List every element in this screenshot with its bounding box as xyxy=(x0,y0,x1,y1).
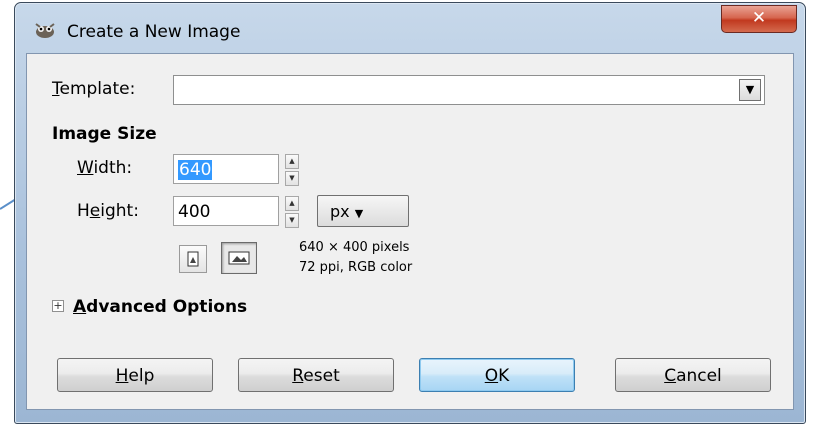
landscape-button[interactable] xyxy=(221,242,257,274)
spin-down-icon[interactable]: ▼ xyxy=(285,171,299,186)
width-label: Width: xyxy=(77,158,133,178)
chevron-down-icon: ▼ xyxy=(354,207,364,220)
width-spinner[interactable]: ▲ ▼ xyxy=(285,154,299,186)
image-color-info: 72 ppi, RGB color xyxy=(299,260,413,275)
landscape-icon xyxy=(228,251,250,265)
title-bar[interactable]: Create a New Image ✕ xyxy=(15,3,805,53)
gimp-icon xyxy=(35,23,55,38)
advanced-options-toggle[interactable]: Advanced Options xyxy=(73,297,247,317)
width-value: 640 xyxy=(178,160,213,180)
portrait-icon xyxy=(187,251,199,267)
ok-button[interactable]: OK xyxy=(419,358,575,392)
expand-icon[interactable]: + xyxy=(52,300,64,312)
close-button[interactable]: ✕ xyxy=(721,5,797,33)
height-label: Height: xyxy=(77,201,139,221)
close-icon: ✕ xyxy=(751,8,767,28)
width-input[interactable]: 640 xyxy=(173,154,279,184)
portrait-button[interactable] xyxy=(179,245,207,273)
create-image-dialog: Create a New Image ✕ Template: ▼ Image S… xyxy=(14,2,806,424)
height-value: 400 xyxy=(178,202,211,222)
height-spinner[interactable]: ▲ ▼ xyxy=(285,196,299,228)
unit-selector[interactable]: px ▼ xyxy=(317,195,409,227)
unit-value: px xyxy=(330,202,350,221)
height-input[interactable]: 400 xyxy=(173,196,279,226)
spin-down-icon[interactable]: ▼ xyxy=(285,213,299,228)
spin-up-icon[interactable]: ▲ xyxy=(285,154,299,169)
image-size-heading: Image Size xyxy=(52,124,157,144)
spin-up-icon[interactable]: ▲ xyxy=(285,196,299,211)
help-button[interactable]: Help xyxy=(57,358,213,392)
dropdown-arrow-icon[interactable]: ▼ xyxy=(739,79,761,101)
window-title: Create a New Image xyxy=(67,22,241,42)
image-dimensions-info: 640 × 400 pixels xyxy=(299,240,410,255)
template-combobox[interactable]: ▼ xyxy=(173,75,765,105)
dialog-content: Template: ▼ Image Size Width: 640 ▲ ▼ He… xyxy=(26,53,794,410)
template-label: Template: xyxy=(52,79,136,99)
cancel-button[interactable]: Cancel xyxy=(615,358,771,392)
reset-button[interactable]: Reset xyxy=(238,358,394,392)
